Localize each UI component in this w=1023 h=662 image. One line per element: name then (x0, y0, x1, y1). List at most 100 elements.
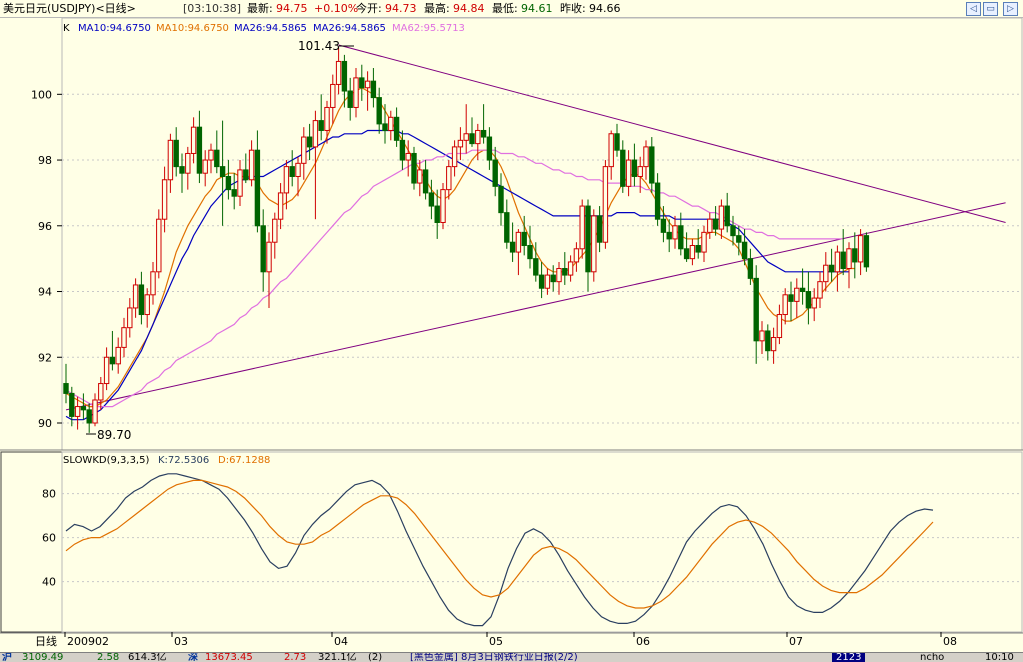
candle-body (364, 80, 371, 89)
candle-body (753, 277, 759, 342)
sh-label: 沪 (2, 652, 12, 662)
candle-body (411, 152, 417, 184)
candle-body (248, 149, 255, 181)
x-tick-label: 200902 (67, 635, 109, 648)
candle (318, 94, 324, 141)
candle (591, 209, 597, 282)
x-tick-label: 08 (943, 635, 957, 648)
candle-body (225, 175, 232, 191)
candle (567, 255, 574, 282)
candle-body (237, 169, 243, 197)
candle (144, 288, 150, 328)
candle (440, 183, 446, 230)
candle (614, 123, 620, 157)
kline-chart[interactable]: 9092949698100 406080 200902 03 04 05 06 07 08 … (0, 0, 1023, 652)
candle-body (469, 133, 475, 145)
kd-line-d (65, 479, 934, 609)
price-tick-label: 94 (38, 286, 52, 299)
candle (469, 117, 475, 147)
kd-tick-label: 40 (42, 576, 56, 589)
price-tick-label: 90 (38, 417, 52, 430)
trend-lines (65, 44, 1006, 411)
sh-turnover: 614.3亿 (128, 652, 167, 662)
price-tick-label: 96 (38, 220, 52, 233)
candle (248, 140, 255, 187)
candle-body (672, 225, 678, 240)
candle-body (782, 294, 788, 316)
news-ticker[interactable]: [黑色金属] 8月3日钢铁行业日报(2/2) (410, 653, 578, 662)
candle (109, 330, 116, 371)
candle-body (805, 291, 812, 309)
candle (103, 347, 110, 391)
candle-body (840, 251, 846, 270)
candle-body (167, 139, 174, 181)
candle (712, 206, 719, 236)
candle (132, 278, 139, 318)
sz-change: 2.73 (284, 652, 307, 662)
candle-body (718, 205, 725, 230)
candle-body (80, 406, 87, 411)
candle-body (695, 245, 701, 253)
candle-body (190, 126, 197, 154)
candle-body (69, 392, 75, 417)
candle (422, 160, 429, 200)
candle-body (382, 123, 388, 131)
candle-body (741, 241, 748, 260)
candle-body (689, 245, 696, 260)
candle-body (509, 241, 516, 253)
candle (411, 146, 417, 190)
candle (782, 288, 788, 325)
candle (504, 199, 510, 249)
candle-body (736, 235, 742, 243)
candle-body (614, 133, 620, 151)
candle (625, 150, 632, 197)
candle (718, 199, 725, 239)
candle (277, 183, 284, 230)
candle (330, 74, 336, 124)
candle-body (480, 129, 487, 138)
candle-body (492, 159, 498, 187)
candle (254, 130, 261, 233)
candle-body (683, 248, 690, 260)
candle-body (602, 166, 609, 243)
candle-body (63, 383, 69, 394)
candle-body (770, 337, 777, 352)
candle-body (196, 126, 203, 174)
candle-body (173, 139, 179, 168)
candle (596, 206, 603, 253)
candle-body (347, 90, 353, 108)
candle (417, 160, 423, 197)
candle (620, 140, 626, 193)
candle (196, 110, 203, 184)
candle-body (266, 241, 272, 273)
candle-body (376, 97, 382, 125)
candle-body (202, 159, 208, 174)
candle-body (637, 166, 643, 177)
candle (776, 304, 783, 345)
candle-body (544, 274, 551, 289)
candle-body (289, 166, 295, 177)
candle (480, 104, 487, 144)
news-count[interactable]: (2) (368, 653, 382, 662)
candle-body (747, 258, 754, 279)
candle-body (596, 215, 603, 243)
candle-body (161, 179, 168, 220)
quote-count-badge: 2123 (832, 653, 866, 662)
candle (486, 127, 493, 170)
candle (266, 232, 272, 308)
candle-body (219, 166, 226, 177)
candle (364, 71, 371, 111)
candle-body (654, 182, 661, 220)
candle-body (724, 205, 730, 227)
candle (631, 143, 638, 187)
candle-body (463, 133, 469, 141)
candle-body (359, 77, 365, 89)
candle (156, 209, 162, 279)
candle-body (306, 136, 313, 148)
low-annotation: 89.70 (97, 428, 131, 442)
candle-body (678, 225, 684, 250)
candle-body (399, 139, 406, 161)
candle (759, 321, 765, 354)
connection-status: ncho (920, 652, 945, 662)
candle (724, 192, 730, 233)
